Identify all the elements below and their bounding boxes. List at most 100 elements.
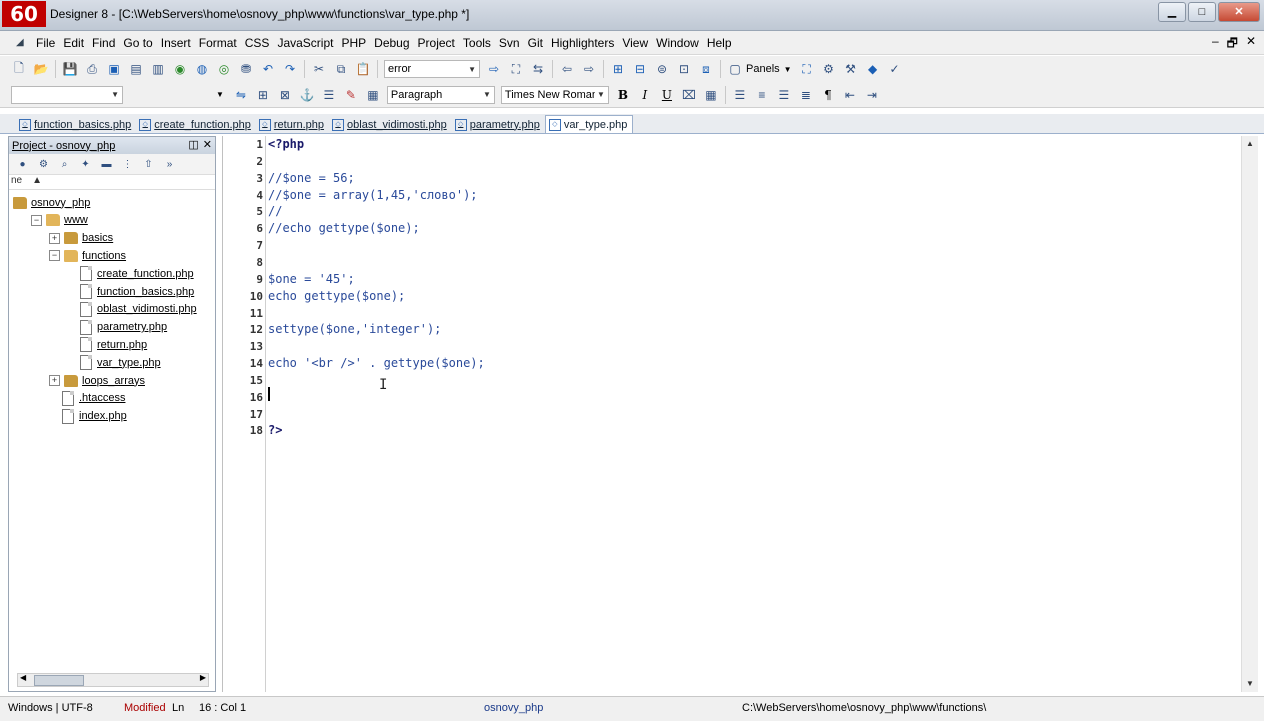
- bold-button[interactable]: B: [614, 86, 632, 104]
- code-line[interactable]: //echo gettype($one);: [268, 221, 420, 235]
- split-horizontal-icon[interactable]: ⊜: [653, 60, 671, 78]
- mdi-minimize-button[interactable]: –: [1212, 34, 1219, 55]
- split-vertical-icon[interactable]: ⊡: [675, 60, 693, 78]
- anchor-icon[interactable]: ⚓: [298, 86, 316, 104]
- tools-icon[interactable]: ⚒: [842, 60, 860, 78]
- tree-folder[interactable]: + basics: [49, 230, 113, 247]
- chevron-down-icon[interactable]: ▼: [216, 90, 224, 99]
- find-next-icon[interactable]: ⇨: [485, 60, 503, 78]
- menu-css[interactable]: CSS: [241, 36, 274, 50]
- more-icon[interactable]: »: [162, 157, 177, 172]
- project-hscroll[interactable]: ◀ ▶: [17, 673, 209, 687]
- tab-var-type-php[interactable]: ◇ var_type.php: [544, 115, 634, 133]
- menu-edit[interactable]: Edit: [59, 36, 88, 50]
- maximize-button[interactable]: □: [1188, 2, 1216, 22]
- tab-return-php[interactable]: ◇ return.php: [256, 116, 329, 133]
- list-icon[interactable]: ☰: [320, 86, 338, 104]
- code-line[interactable]: echo '<br />' . gettype($one);: [268, 356, 485, 370]
- align-right-icon[interactable]: ☰: [775, 86, 793, 104]
- save-all-icon[interactable]: ▣: [105, 60, 123, 78]
- new-file-icon[interactable]: 🗋: [10, 60, 28, 78]
- tree-folder[interactable]: osnovy_php: [13, 194, 90, 211]
- wrap-icon[interactable]: ⇋: [232, 86, 250, 104]
- code-editor[interactable]: 1 2 3 4 5 6 7 8 9 10 11 12 13 14 15 16 17 18 <?php//$one …: [222, 136, 1258, 692]
- decrease-indent-icon[interactable]: ⇤: [841, 86, 859, 104]
- menu-debug[interactable]: Debug: [370, 36, 413, 50]
- gear-icon[interactable]: ⚙: [36, 157, 51, 172]
- menu-go-to[interactable]: Go to: [119, 36, 156, 50]
- tab-parametry-php[interactable]: ◇ parametry.php: [452, 116, 545, 133]
- menu-php[interactable]: PHP: [337, 36, 370, 50]
- editor-vscroll[interactable]: ▲ ▼: [1241, 136, 1258, 692]
- replace-icon[interactable]: ⇆: [529, 60, 547, 78]
- menu-insert[interactable]: Insert: [157, 36, 195, 50]
- save-icon[interactable]: 💾: [61, 60, 79, 78]
- tree-file[interactable]: function_basics.php: [67, 283, 194, 300]
- grid-icon[interactable]: ▦: [702, 86, 720, 104]
- panels-icon[interactable]: ▢: [726, 60, 744, 78]
- chevron-down-icon[interactable]: ▼: [784, 65, 792, 74]
- redo-icon[interactable]: ↷: [281, 60, 299, 78]
- style-combo[interactable]: ▼: [11, 85, 123, 104]
- scroll-left-icon[interactable]: ◀: [20, 673, 26, 682]
- print-preview-icon[interactable]: ▤: [127, 60, 145, 78]
- code-line[interactable]: //: [268, 204, 282, 218]
- menu-format[interactable]: Format: [195, 36, 241, 50]
- close-icon[interactable]: ✕: [203, 138, 212, 151]
- collapse-icon[interactable]: ▬: [99, 157, 114, 172]
- code-line[interactable]: ?>: [268, 423, 282, 437]
- search-combo[interactable]: error ▼: [384, 60, 480, 78]
- scroll-up-icon[interactable]: ▲: [1242, 136, 1258, 152]
- find-in-files-icon[interactable]: ⛶: [507, 60, 525, 78]
- paragraph-select[interactable]: Paragraph ▼: [386, 85, 495, 104]
- image-icon[interactable]: ▦: [364, 86, 382, 104]
- open-folder-icon[interactable]: 📂: [32, 60, 50, 78]
- paste-icon[interactable]: 📋: [354, 60, 372, 78]
- tab-create-function-php[interactable]: ◇ create_function.php: [136, 116, 256, 133]
- tree-file[interactable]: var_type.php: [67, 354, 161, 371]
- menu-highlighters[interactable]: Highlighters: [547, 36, 618, 50]
- italic-button[interactable]: I: [636, 86, 654, 104]
- expand-toggle-icon[interactable]: +: [49, 232, 60, 244]
- upload-icon[interactable]: ⇧: [141, 157, 156, 172]
- menu-svn[interactable]: Svn: [495, 36, 524, 50]
- tree-file[interactable]: .htaccess: [49, 390, 125, 407]
- browser-preview-icon[interactable]: ◉: [171, 60, 189, 78]
- close-button[interactable]: ✕: [1218, 2, 1260, 22]
- tree-folder[interactable]: − www: [31, 212, 88, 229]
- dot-icon[interactable]: ●: [15, 157, 30, 172]
- forward-icon[interactable]: ⇨: [580, 60, 598, 78]
- justify-icon[interactable]: ≣: [797, 86, 815, 104]
- collapse-toggle-icon[interactable]: −: [31, 214, 42, 226]
- align-left-icon[interactable]: ☰: [731, 86, 749, 104]
- panels-label[interactable]: Panels: [746, 63, 780, 75]
- scroll-down-icon[interactable]: ▼: [1242, 676, 1258, 692]
- minimize-button[interactable]: ▁: [1158, 2, 1186, 22]
- tree-folder[interactable]: + loops_arrays: [49, 372, 145, 389]
- scroll-right-icon[interactable]: ▶: [200, 673, 206, 682]
- menu-window[interactable]: Window: [652, 36, 703, 50]
- underline-button[interactable]: U: [658, 86, 676, 104]
- stamp-icon[interactable]: ⛃: [237, 60, 255, 78]
- menu-help[interactable]: Help: [703, 36, 736, 50]
- tree-file[interactable]: parametry.php: [67, 319, 167, 336]
- globe-icon[interactable]: ◎: [215, 60, 233, 78]
- copy-icon[interactable]: ⧉: [332, 60, 350, 78]
- menu-find[interactable]: Find: [88, 36, 119, 50]
- windows-icon[interactable]: ⧈: [697, 60, 715, 78]
- page-setup-icon[interactable]: ▥: [149, 60, 167, 78]
- menu-view[interactable]: View: [618, 36, 652, 50]
- print-icon[interactable]: ⎙: [83, 60, 101, 78]
- fullscreen-icon[interactable]: ⛶: [798, 60, 816, 78]
- tree-folder[interactable]: − functions: [49, 247, 126, 264]
- internet-icon[interactable]: ◍: [193, 60, 211, 78]
- marker-icon[interactable]: ✎: [342, 86, 360, 104]
- wand-icon[interactable]: ✦: [78, 157, 93, 172]
- sort-up-icon[interactable]: ▲: [32, 175, 42, 189]
- plugin-icon[interactable]: ◆: [864, 60, 882, 78]
- tree-file[interactable]: oblast_vidimosti.php: [67, 301, 197, 318]
- pin-icon[interactable]: ◫: [188, 138, 198, 151]
- filter-icon[interactable]: ⋮: [120, 157, 135, 172]
- collapse-toggle-icon[interactable]: −: [49, 250, 60, 262]
- menu-javascript[interactable]: JavaScript: [273, 36, 337, 50]
